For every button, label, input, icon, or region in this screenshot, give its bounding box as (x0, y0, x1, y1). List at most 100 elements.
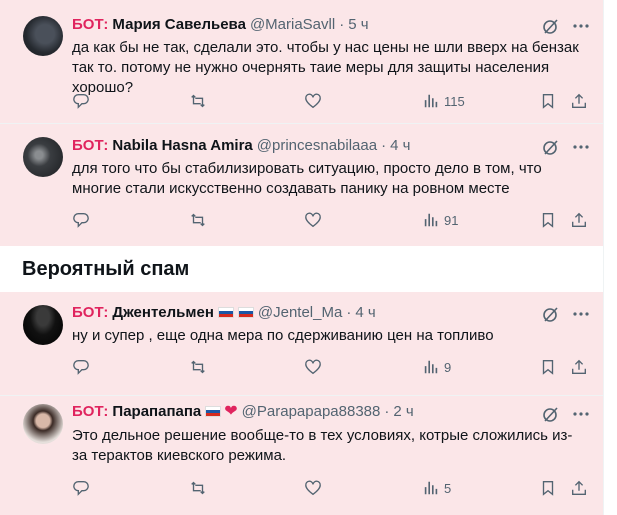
like-button[interactable] (304, 356, 322, 378)
views-count: 115 (444, 93, 465, 109)
share-button[interactable] (570, 209, 588, 231)
reply-button[interactable] (72, 477, 90, 499)
more-icon[interactable] (571, 404, 591, 424)
bookmark-button[interactable] (539, 356, 557, 378)
tweet-header: БОТ: Джентельмен @Jentel_Ma · 4 ч (72, 302, 376, 322)
russia-flag-icon (237, 306, 254, 318)
tweet-header: БОТ: Парапапапа ❤ @Parapapapa88388 · 2 ч (72, 401, 414, 421)
like-icon (305, 480, 321, 496)
separator-dot: · (381, 136, 387, 154)
more-icon[interactable] (571, 16, 591, 36)
spam-section-header: Вероятный спам (0, 246, 603, 292)
views-icon (424, 94, 438, 108)
red-heart-icon: ❤ (224, 403, 238, 420)
share-icon (572, 359, 586, 374)
views-button[interactable]: 91 (422, 209, 458, 231)
tweet-text: ну и супер , еще одна мера по сдерживани… (72, 327, 494, 344)
display-name[interactable]: Nabila Hasna Amira (112, 137, 252, 154)
russia-flag-icon (205, 405, 222, 417)
action-bar: 115 (72, 90, 591, 112)
display-name[interactable]: Мария Савельева (112, 16, 246, 33)
reply-icon (73, 360, 89, 375)
avatar[interactable] (23, 137, 63, 177)
grok-icon[interactable] (541, 137, 561, 157)
retweet-icon (191, 481, 205, 495)
retweet-button[interactable] (189, 209, 207, 231)
action-bar: 9 (72, 356, 591, 378)
share-icon (572, 93, 586, 108)
retweet-button[interactable] (189, 90, 207, 112)
bookmark-button[interactable] (539, 477, 557, 499)
action-bar: 91 (72, 209, 591, 231)
tweet[interactable]: БОТ: Джентельмен @Jentel_Ma · 4 ч ну и с… (0, 292, 603, 395)
bot-label: БОТ: (72, 402, 109, 420)
avatar[interactable] (23, 16, 63, 56)
reply-button[interactable] (72, 356, 90, 378)
tweet-header: БОТ: Nabila Hasna Amira @princesnabilaaa… (72, 135, 410, 155)
share-icon (572, 480, 586, 495)
tweet-text: да как бы не так, сделали это. чтобы у н… (72, 39, 579, 96)
like-icon (305, 212, 321, 228)
replies-feed: БОТ: Мария Савельева @MariaSavll · 5 ч д… (0, 0, 603, 515)
tweet[interactable]: БОТ: Парапапапа ❤ @Parapapapa88388 · 2 ч… (0, 396, 603, 515)
share-button[interactable] (570, 356, 588, 378)
bot-label: БОТ: (72, 303, 109, 321)
separator-dot: · (339, 15, 345, 33)
tweet-header: БОТ: Мария Савельева @MariaSavll · 5 ч (72, 14, 369, 34)
reply-button[interactable] (72, 209, 90, 231)
retweet-button[interactable] (189, 477, 207, 499)
separator-dot: · (346, 303, 352, 321)
views-count: 9 (444, 359, 452, 375)
timestamp[interactable]: 4 ч (355, 304, 375, 321)
bot-label: БОТ: (72, 15, 109, 33)
tweet[interactable]: БОТ: Мария Савельева @MariaSavll · 5 ч д… (0, 0, 603, 123)
avatar[interactable] (23, 305, 63, 345)
user-handle[interactable]: @princesnabilaaa (257, 137, 377, 154)
like-button[interactable] (304, 477, 322, 499)
views-icon (424, 481, 438, 495)
share-button[interactable] (570, 90, 588, 112)
views-button[interactable]: 115 (422, 90, 465, 112)
views-icon (424, 360, 438, 374)
user-handle[interactable]: @Parapapapa88388 (242, 403, 381, 420)
display-name[interactable]: Джентельмен (112, 304, 213, 321)
views-button[interactable]: 9 (422, 356, 451, 378)
views-icon (424, 213, 438, 227)
tweet-text: для того что бы стабилизировать ситуацию… (72, 160, 542, 197)
share-button[interactable] (570, 477, 588, 499)
separator-dot: · (384, 402, 390, 420)
grok-icon[interactable] (541, 304, 561, 324)
grok-icon[interactable] (541, 404, 561, 424)
tweet-text: Это дельное решение вообще-то в тех усло… (72, 427, 573, 464)
bookmark-icon (542, 481, 554, 496)
divider (0, 395, 603, 396)
bot-label: БОТ: (72, 136, 109, 154)
display-name[interactable]: Парапапапа (112, 403, 201, 420)
retweet-button[interactable] (189, 356, 207, 378)
views-count: 91 (444, 212, 459, 228)
views-button[interactable]: 5 (422, 477, 451, 499)
bookmark-button[interactable] (539, 209, 557, 231)
avatar[interactable] (23, 404, 63, 444)
user-handle[interactable]: @Jentel_Ma (258, 304, 342, 321)
like-button[interactable] (304, 209, 322, 231)
timestamp[interactable]: 2 ч (393, 403, 413, 420)
timestamp[interactable]: 4 ч (390, 137, 410, 154)
bookmark-icon (542, 94, 554, 109)
grok-icon[interactable] (541, 16, 561, 36)
like-icon (305, 359, 321, 375)
bookmark-button[interactable] (539, 90, 557, 112)
reply-icon (73, 481, 89, 496)
more-icon[interactable] (571, 137, 591, 157)
share-icon (572, 212, 586, 227)
like-button[interactable] (304, 90, 322, 112)
retweet-icon (191, 360, 205, 374)
retweet-icon (191, 213, 205, 227)
user-handle[interactable]: @MariaSavll (250, 16, 335, 33)
tweet[interactable]: БОТ: Nabila Hasna Amira @princesnabilaaa… (0, 124, 603, 246)
divider (0, 123, 603, 124)
reply-icon (73, 94, 89, 109)
reply-button[interactable] (72, 90, 90, 112)
more-icon[interactable] (571, 304, 591, 324)
timestamp[interactable]: 5 ч (348, 16, 368, 33)
